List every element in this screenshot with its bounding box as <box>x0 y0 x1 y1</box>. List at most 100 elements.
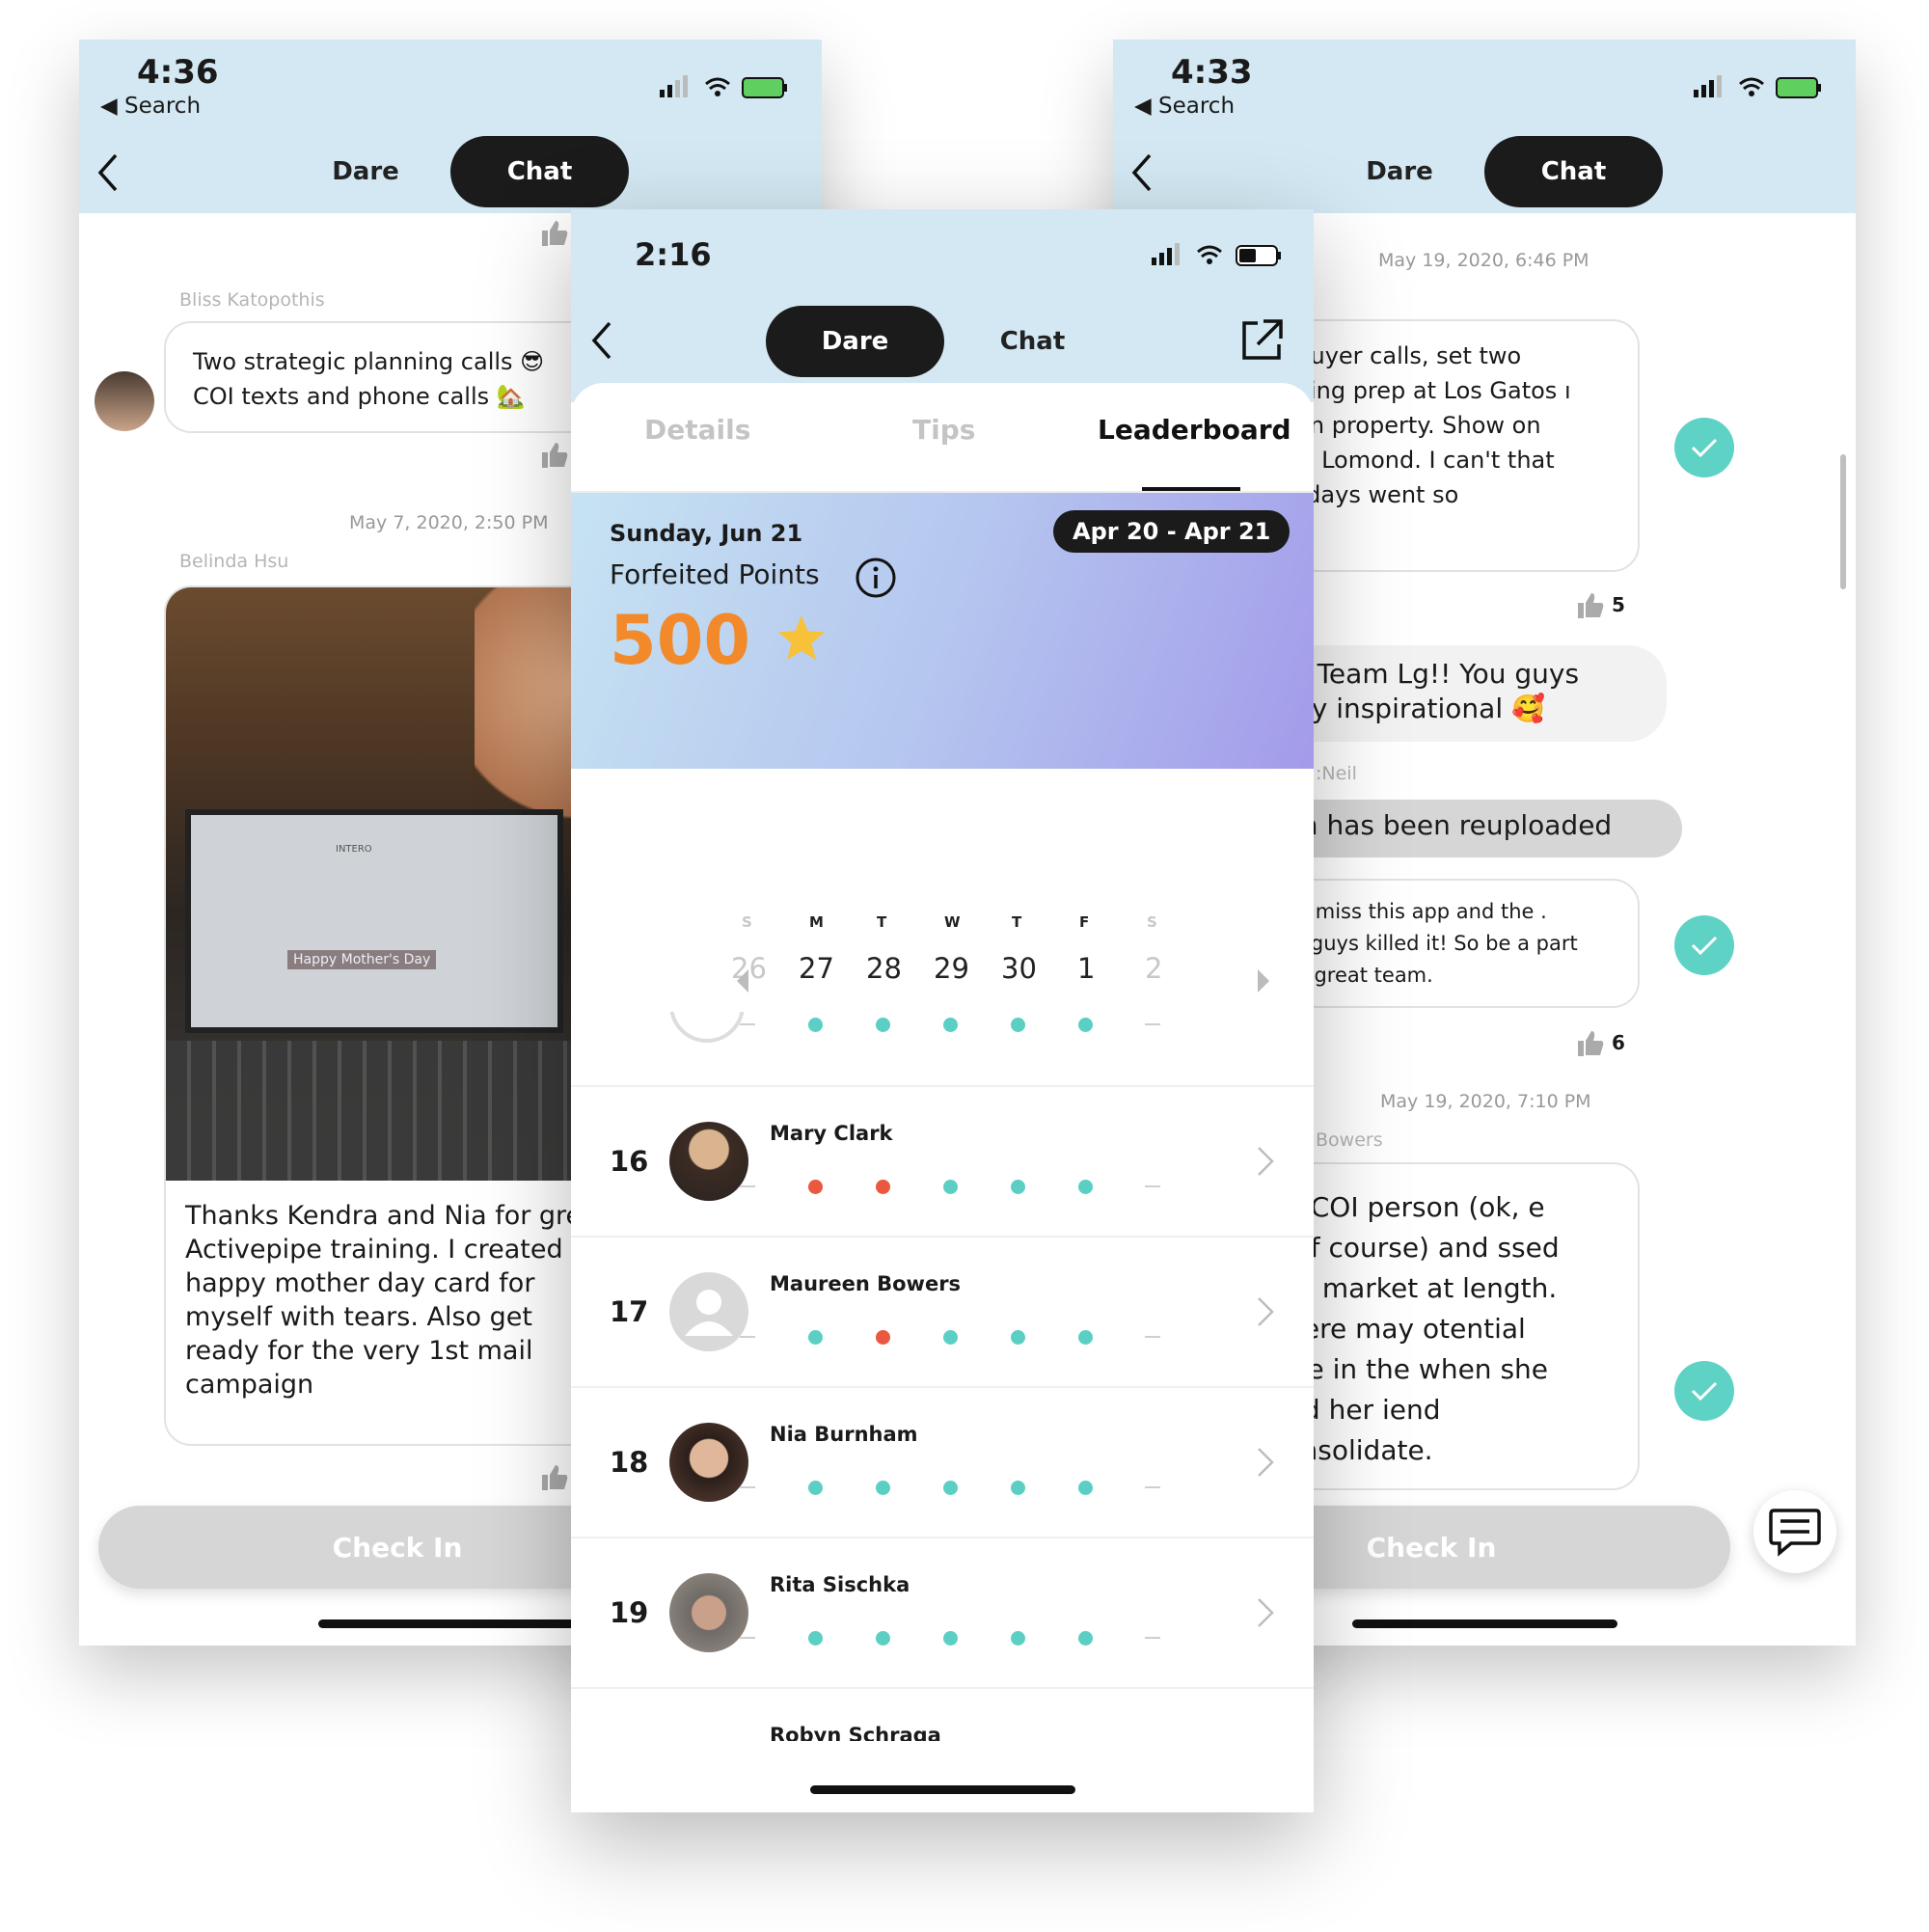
message-author: Bliss Katopothis <box>179 289 325 311</box>
day-done-dot <box>1011 1180 1025 1194</box>
share-icon[interactable] <box>1238 317 1285 364</box>
day-empty-mark <box>1145 1185 1160 1187</box>
weekday-letter: T <box>877 913 887 931</box>
subtab-tips[interactable]: Tips <box>912 414 975 446</box>
weekday-letter: S <box>742 913 752 931</box>
subtab-leaderboard[interactable]: Leaderboard <box>1098 414 1291 446</box>
participant-name: Rita Sischka <box>770 1573 910 1596</box>
weekday-number[interactable]: 28 <box>866 952 902 985</box>
day-done-dot <box>1078 1180 1093 1194</box>
like-icon[interactable] <box>540 219 569 248</box>
chevron-right-icon[interactable] <box>1256 1596 1275 1629</box>
chevron-right-icon[interactable] <box>1256 1446 1275 1479</box>
day-done-dot <box>1078 1018 1093 1032</box>
tab-chat[interactable]: Chat <box>1484 136 1663 207</box>
day-done-dot <box>943 1481 958 1495</box>
table-row[interactable]: 19 Rita Sischka <box>571 1537 1314 1689</box>
next-week-icon[interactable] <box>1254 967 1273 994</box>
checked-icon[interactable] <box>1674 1361 1734 1421</box>
back-to-search-link[interactable]: ◀ Search <box>100 94 201 119</box>
checked-icon[interactable] <box>1674 915 1734 975</box>
weekday-letter: W <box>944 913 961 931</box>
table-row[interactable]: 17 Maureen Bowers <box>571 1236 1314 1388</box>
participant-name: Maureen Bowers <box>770 1272 962 1295</box>
rank-number: 17 <box>610 1295 649 1328</box>
like-icon[interactable] <box>540 441 569 470</box>
status-time: 4:33 <box>1171 53 1253 92</box>
points-value: 500 <box>610 601 751 680</box>
weekday-number[interactable]: 29 <box>934 952 969 985</box>
weekday-number[interactable]: 2 <box>1145 952 1162 985</box>
day-done-dot <box>808 1631 823 1646</box>
tab-chat[interactable]: Chat <box>450 136 629 207</box>
weekday-letter: S <box>1147 913 1157 931</box>
day-done-dot <box>943 1330 958 1345</box>
tab-chat[interactable]: Chat <box>943 306 1122 377</box>
leaderboard-list: 16 Mary Clark 17 Maureen Bowers 18 Nia Burnha… <box>571 1085 1314 1741</box>
weekday-number[interactable]: 30 <box>1001 952 1037 985</box>
day-empty-mark <box>1145 1023 1160 1025</box>
status-time: 2:16 <box>635 236 712 273</box>
day-done-dot <box>1078 1631 1093 1646</box>
back-to-search-link[interactable]: ◀ Search <box>1134 94 1235 119</box>
week-selector: S M T W T F S 26 27 28 29 30 1 2 <box>571 904 1314 1010</box>
message-timestamp: May 19, 2020, 7:10 PM <box>1380 1091 1591 1112</box>
forfeited-points-card: Sunday, Jun 21 Apr 20 - Apr 21 Forfeited… <box>571 493 1314 769</box>
like-icon[interactable] <box>1576 1029 1605 1058</box>
day-missed-dot <box>876 1330 890 1345</box>
back-arrow-icon[interactable] <box>1128 151 1157 194</box>
laptop-screen: INTERO Happy Mother's Day <box>185 809 563 1033</box>
like-icon[interactable] <box>1576 591 1605 620</box>
table-row[interactable]: Robyn Schraga <box>571 1687 1314 1741</box>
message-line: COI texts and phone calls 🏡 <box>193 383 526 410</box>
weekday-letter: M <box>809 913 824 931</box>
table-row[interactable]: 18 Nia Burnham <box>571 1386 1314 1538</box>
weekday-letter: F <box>1079 913 1090 931</box>
rank-number: 18 <box>610 1446 649 1479</box>
rank-number: 16 <box>610 1145 649 1178</box>
subtab-details[interactable]: Details <box>644 414 750 446</box>
partial-row-marks <box>571 1012 1314 1081</box>
message-timestamp: May 7, 2020, 2:50 PM <box>349 512 549 533</box>
day-done-dot <box>1011 1018 1025 1032</box>
participant-name: Mary Clark <box>770 1122 893 1145</box>
day-done-dot <box>1078 1481 1093 1495</box>
like-count: 6 <box>1612 1031 1625 1054</box>
day-done-dot <box>1011 1481 1025 1495</box>
center-phone-screen: 2:16 Dare Chat Details Tips Leaderboard … <box>571 209 1314 1812</box>
day-empty-mark <box>740 1637 755 1639</box>
status-icons <box>1152 243 1281 266</box>
day-empty-mark <box>1145 1336 1160 1338</box>
tab-dare[interactable]: Dare <box>766 306 944 377</box>
weekday-number[interactable]: 27 <box>799 952 834 985</box>
info-icon[interactable] <box>855 557 897 599</box>
participant-name: Nia Burnham <box>770 1423 918 1446</box>
message-text: Thanks Kendra and Nia for great Activepi… <box>185 1201 609 1400</box>
table-row[interactable]: 16 Mary Clark <box>571 1085 1314 1238</box>
active-subtab-indicator <box>1142 487 1240 491</box>
like-icon[interactable] <box>540 1463 569 1492</box>
message-timestamp: May 19, 2020, 6:46 PM <box>1378 250 1589 271</box>
back-arrow-icon[interactable] <box>95 151 123 194</box>
avatar <box>669 1423 748 1502</box>
weekday-number[interactable]: 1 <box>1077 952 1095 985</box>
chevron-right-icon[interactable] <box>1256 1295 1275 1328</box>
like-count: 5 <box>1612 593 1625 616</box>
day-done-dot <box>876 1481 890 1495</box>
card-date: Sunday, Jun 21 <box>610 520 803 547</box>
participant-name: Robyn Schraga <box>770 1724 941 1741</box>
prev-week-icon[interactable] <box>733 967 752 994</box>
weekday-letter: T <box>1012 913 1022 931</box>
tab-dare[interactable]: Dare <box>1327 136 1472 207</box>
day-done-dot <box>1078 1330 1093 1345</box>
scrollbar[interactable] <box>1840 454 1846 589</box>
home-indicator <box>810 1785 1075 1794</box>
checked-icon[interactable] <box>1674 418 1734 477</box>
chat-fab-button[interactable] <box>1753 1490 1836 1573</box>
tab-dare[interactable]: Dare <box>293 136 438 207</box>
chevron-right-icon[interactable] <box>1256 1145 1275 1178</box>
message-author: :Neil <box>1316 763 1357 784</box>
back-arrow-icon[interactable] <box>588 319 617 362</box>
day-empty-mark <box>740 1185 755 1187</box>
avatar <box>95 371 154 431</box>
